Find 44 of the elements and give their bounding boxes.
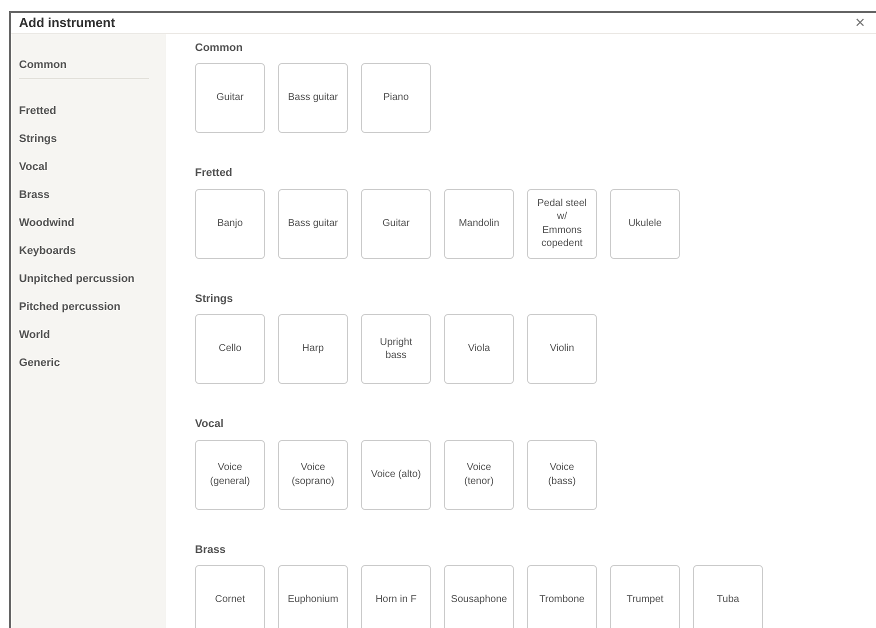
instrument-tile[interactable]: Piano [361, 63, 431, 133]
instrument-tile[interactable]: Upright bass [361, 314, 431, 384]
sidebar-item[interactable]: Brass [19, 180, 50, 208]
instrument-tile[interactable]: Voice (general) [195, 440, 265, 510]
dialog-title: Add instrument [19, 14, 116, 32]
instrument-tile[interactable]: Guitar [361, 188, 431, 258]
instrument-tile[interactable]: Bass guitar [278, 188, 348, 258]
instrument-tile[interactable]: Trombone [527, 565, 597, 628]
sidebar-item[interactable]: Vocal [19, 152, 48, 180]
section-heading: Vocal [195, 418, 224, 430]
instrument-tile[interactable]: Mandolin [444, 188, 514, 258]
instrument-tile[interactable]: Voice (alto) [361, 440, 431, 510]
sidebar-item[interactable]: Keyboards [19, 236, 76, 264]
instrument-tile[interactable]: Euphonium [278, 565, 348, 628]
instrument-tile[interactable]: Cello [195, 314, 265, 384]
sidebar-item[interactable]: Generic [19, 348, 60, 376]
sidebar-item[interactable]: Common [19, 52, 67, 78]
section-heading: Fretted [195, 167, 232, 179]
instrument-tile[interactable]: Ukulele [610, 188, 680, 258]
section-heading: Common [195, 42, 243, 54]
instrument-tile[interactable]: Guitar [195, 63, 265, 133]
instrument-tile[interactable]: Cornet [195, 565, 265, 628]
instrument-tile[interactable]: Trumpet [610, 565, 680, 628]
instrument-tile[interactable]: Sousaphone [444, 565, 514, 628]
instrument-tile[interactable]: Horn in F [361, 565, 431, 628]
sidebar-item[interactable]: Strings [19, 124, 57, 152]
instrument-tile[interactable]: Pedal steel w/ Emmons copedent [527, 188, 597, 258]
sidebar-item[interactable]: Fretted [19, 96, 56, 124]
instrument-tile[interactable]: Tuba [693, 565, 763, 628]
section-heading: Strings [195, 292, 233, 304]
instrument-tile[interactable]: Harp [278, 314, 348, 384]
instrument-tile[interactable]: Viola [444, 314, 514, 384]
close-button[interactable]: × [853, 14, 867, 32]
section-heading: Brass [195, 544, 226, 556]
instrument-tile[interactable]: Violin [527, 314, 597, 384]
sidebar-item[interactable]: World [19, 320, 50, 348]
instrument-tile[interactable]: Banjo [195, 188, 265, 258]
instrument-tile[interactable]: Voice (bass) [527, 440, 597, 510]
sidebar-item[interactable]: Unpitched percussion [19, 264, 135, 292]
sidebar-item[interactable]: Woodwind [19, 208, 74, 236]
sidebar-item[interactable]: Pitched percussion [19, 292, 120, 320]
instrument-tile[interactable]: Bass guitar [278, 63, 348, 133]
instrument-tile[interactable]: Voice (soprano) [278, 440, 348, 510]
instrument-tile[interactable]: Voice (tenor) [444, 440, 514, 510]
